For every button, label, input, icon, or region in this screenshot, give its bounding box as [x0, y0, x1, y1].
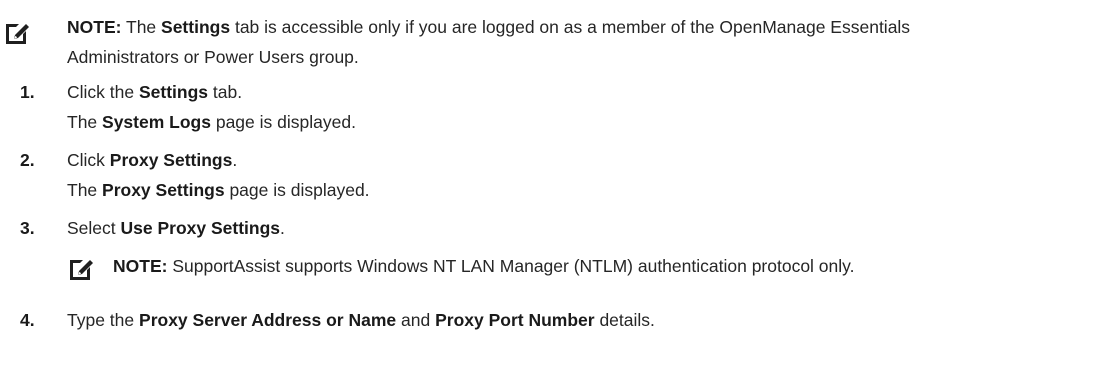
- pencil-note-icon: [70, 260, 93, 280]
- note-block: NOTE: SupportAssist supports Windows NT …: [0, 256, 1093, 286]
- step-text: Type the Proxy Server Address or Name an…: [67, 310, 655, 330]
- note-block: NOTE: The Settings tab is accessible onl…: [0, 12, 1093, 72]
- note-label: NOTE:: [113, 256, 168, 276]
- step-number: 3.: [20, 218, 35, 238]
- note-label: NOTE:: [67, 17, 122, 37]
- note-text: NOTE: SupportAssist supports Windows NT …: [113, 256, 855, 276]
- step-text: Click Proxy Settings.: [67, 150, 238, 170]
- document-page: NOTE: The Settings tab is accessible onl…: [0, 0, 1093, 387]
- step-text: Select Use Proxy Settings.: [67, 218, 285, 238]
- pencil-note-icon: [6, 24, 29, 44]
- step-number: 1.: [20, 82, 35, 102]
- step-result-text: The System Logs page is displayed.: [67, 112, 356, 132]
- step-number: 2.: [20, 150, 35, 170]
- note-text: NOTE: The Settings tab is accessible onl…: [67, 17, 911, 67]
- settings-tab-ref: Settings: [161, 17, 231, 37]
- step-text: Click the Settings tab.: [67, 82, 243, 102]
- step-number: 4.: [20, 310, 35, 330]
- step-result-text: The Proxy Settings page is displayed.: [67, 180, 370, 200]
